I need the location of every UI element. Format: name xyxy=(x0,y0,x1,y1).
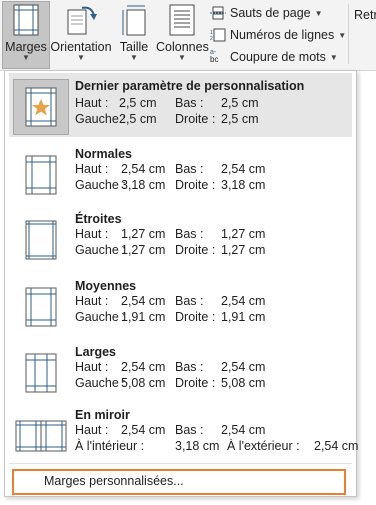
margin-preset-moderate[interactable]: Moyennes Haut : 2,54 cm Bas : 2,54 cm Ga… xyxy=(9,273,352,335)
page-breaks-button[interactable]: Sauts de page ▼ xyxy=(210,6,323,20)
chevron-down-icon: ▼ xyxy=(329,52,338,62)
line-numbers-icon: 1 2 xyxy=(210,28,226,42)
moderate-margins-icon xyxy=(13,279,69,335)
page-breaks-icon xyxy=(210,6,226,20)
preset-title: En miroir xyxy=(75,408,130,422)
margin-preset-normal[interactable]: Normales Haut : 2,54 cm Bas : 2,54 cm Ga… xyxy=(9,141,352,203)
preset-title: Larges xyxy=(75,345,116,359)
menu-separator xyxy=(9,463,352,464)
margin-preset-mirrored[interactable]: En miroir Haut : 2,54 cm Bas : 2,54 cm À… xyxy=(9,402,358,464)
hyphenation-label: Coupure de mots xyxy=(230,50,326,64)
hyphenation-button[interactable]: a-bc Coupure de mots ▼ xyxy=(210,49,338,64)
size-button[interactable]: Taille ▼ xyxy=(116,2,152,62)
custom-margins-button[interactable]: Marges personnalisées... xyxy=(12,469,346,495)
preset-title: Moyennes xyxy=(75,279,137,293)
normal-margins-icon xyxy=(13,147,69,203)
chevron-down-icon: ▼ xyxy=(130,53,138,62)
preset-title: Dernier paramètre de personnalisation xyxy=(75,79,305,93)
line-numbers-button[interactable]: 1 2 Numéros de lignes ▼ xyxy=(210,28,346,42)
line-numbers-label: Numéros de lignes xyxy=(230,28,335,42)
chevron-down-icon: ▼ xyxy=(338,30,347,40)
orientation-button[interactable]: Orientation ▼ xyxy=(50,2,112,62)
ribbon-separator xyxy=(348,4,349,64)
layout-ribbon: Marges ▼ Orientation ▼ Taille ▼ Colonnes… xyxy=(0,0,376,71)
columns-icon xyxy=(156,2,208,36)
margins-dropdown: Dernier paramètre de personnalisation Ha… xyxy=(4,70,358,497)
size-icon xyxy=(116,2,152,36)
size-label: Taille xyxy=(119,40,149,54)
orientation-icon xyxy=(50,2,112,36)
margin-preset-last-custom[interactable]: Dernier paramètre de personnalisation Ha… xyxy=(9,73,352,137)
custom-margins-label: Marges personnalisées... xyxy=(44,474,184,488)
hyphenation-icon: a-bc xyxy=(210,49,219,64)
margins-icon xyxy=(3,2,49,36)
indent-label: Retr xyxy=(354,8,376,22)
svg-text:2: 2 xyxy=(210,36,213,42)
chevron-down-icon: ▼ xyxy=(314,8,323,18)
margins-button[interactable]: Marges ▼ xyxy=(2,1,50,69)
page-breaks-label: Sauts de page xyxy=(230,6,311,20)
preset-title: Normales xyxy=(75,147,132,161)
chevron-down-icon: ▼ xyxy=(22,53,30,62)
wide-margins-icon xyxy=(13,345,69,401)
orientation-label: Orientation xyxy=(50,40,112,54)
mirrored-margins-icon xyxy=(13,408,69,464)
chevron-down-icon: ▼ xyxy=(77,53,85,62)
columns-button[interactable]: Colonnes ▼ xyxy=(156,2,209,62)
preset-title: Étroites xyxy=(75,212,122,226)
margin-preset-wide[interactable]: Larges Haut : 2,54 cm Bas : 2,54 cm Gauc… xyxy=(9,339,352,401)
chevron-down-icon: ▼ xyxy=(178,53,186,62)
columns-label: Colonnes xyxy=(156,40,209,54)
margins-label: Marges xyxy=(5,40,47,54)
margin-preset-narrow[interactable]: Étroites Haut : 1,27 cm Bas : 1,27 cm Ga… xyxy=(9,206,352,268)
custom-margins-icon xyxy=(13,79,69,135)
narrow-margins-icon xyxy=(13,212,69,268)
